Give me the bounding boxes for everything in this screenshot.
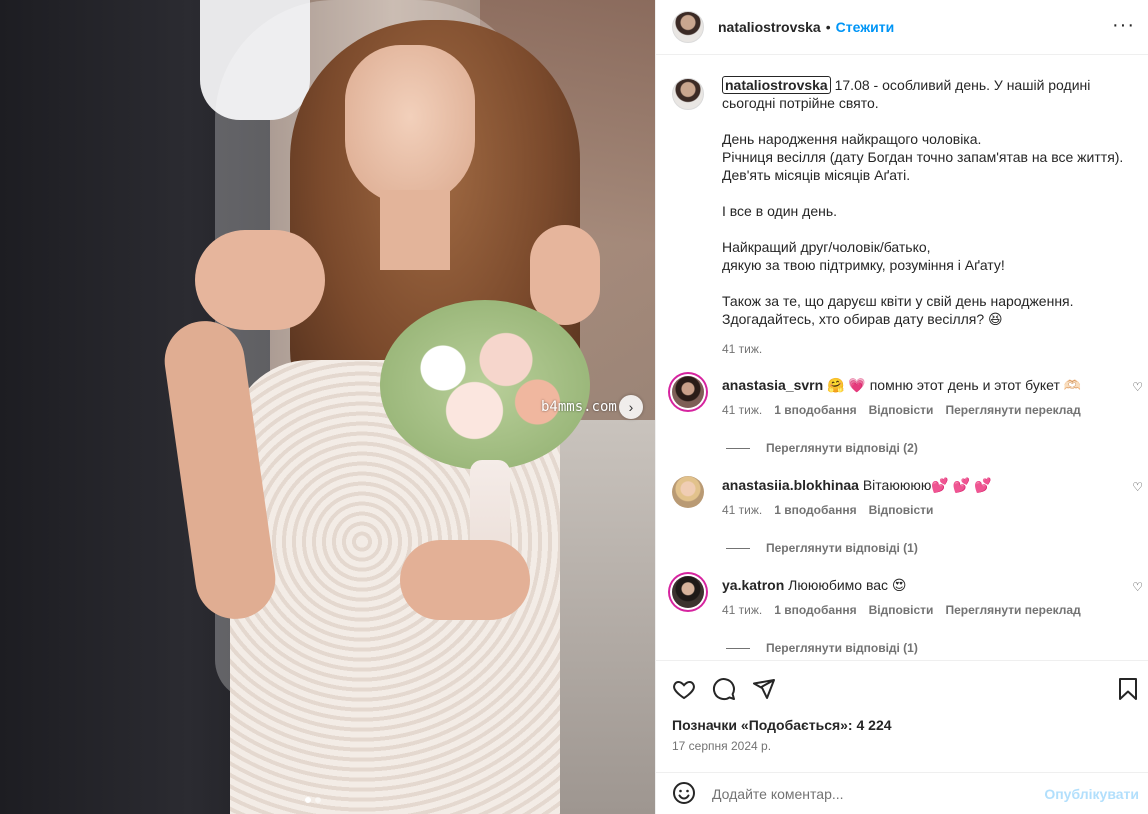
avatar[interactable] xyxy=(672,576,704,608)
comment-likes[interactable]: 1 вподобання xyxy=(774,503,856,517)
post-caption: nataliostrovska 17.08 - особливий день. … xyxy=(672,76,1142,358)
emoji-button[interactable] xyxy=(672,781,696,808)
comment-time[interactable]: 41 тиж. xyxy=(722,603,762,617)
caption-paragraph: Також за те, що даруєш квіти у свій день… xyxy=(722,293,1074,327)
view-replies-label[interactable]: Переглянути відповіді (1) xyxy=(766,641,918,655)
bookmark-icon xyxy=(1119,678,1137,700)
comment-translate-button[interactable]: Переглянути переклад xyxy=(945,603,1080,617)
header-separator: • xyxy=(825,19,831,35)
comment-username[interactable]: anastasiia.blokhinaa xyxy=(722,477,859,493)
comment-item: anastasia_svrn 🤗 💗 помню этот день и это… xyxy=(672,376,1143,417)
caption-paragraph: І все в один день. xyxy=(722,203,838,219)
comment-likes[interactable]: 1 вподобання xyxy=(774,603,856,617)
carousel-dot xyxy=(315,797,321,803)
comment-reply-button[interactable]: Відповісти xyxy=(869,403,934,417)
view-replies-button[interactable]: Переглянути відповіді (1) xyxy=(726,641,918,655)
like-button[interactable] xyxy=(672,677,696,704)
comment-item: anastasiia.blokhinaa Вітаюююю💕 💕 💕 41 ти… xyxy=(672,476,1143,517)
post-actions: Позначки «Подобається»: 4 224 17 серпня … xyxy=(656,660,1148,814)
view-replies-label[interactable]: Переглянути відповіді (2) xyxy=(766,441,918,455)
photo-groom-hand-right xyxy=(530,225,600,325)
chevron-right-icon: › xyxy=(628,399,634,415)
save-button[interactable] xyxy=(1117,677,1139,704)
comment-like-button[interactable]: ♡ xyxy=(1132,580,1143,594)
comment-username[interactable]: anastasia_svrn xyxy=(722,377,823,393)
caption-timestamp[interactable]: 41 тиж. xyxy=(722,340,1142,358)
heart-outline-icon: ♡ xyxy=(1132,480,1143,494)
avatar[interactable] xyxy=(672,11,704,43)
comment-text: Люююбимо вас 😍 xyxy=(788,577,907,593)
replies-divider xyxy=(726,647,750,649)
post-date[interactable]: 17 серпня 2024 р. xyxy=(672,739,771,753)
comments-scroll[interactable]: nataliostrovska 17.08 - особливий день. … xyxy=(656,56,1148,660)
comment-time[interactable]: 41 тиж. xyxy=(722,403,762,417)
photo-bouquet xyxy=(380,300,590,470)
caption-username[interactable]: nataliostrovska xyxy=(722,76,831,94)
comment-translate-button[interactable]: Переглянути переклад xyxy=(945,403,1080,417)
photo-bride-face xyxy=(345,45,475,205)
header-username[interactable]: nataliostrovska xyxy=(718,19,821,35)
heart-icon xyxy=(673,680,695,700)
post-comment-button[interactable]: Опублікувати xyxy=(1044,786,1139,802)
carousel-dot-active xyxy=(305,797,311,803)
replies-divider xyxy=(726,547,750,549)
avatar[interactable] xyxy=(672,376,704,408)
comment-likes[interactable]: 1 вподобання xyxy=(774,403,856,417)
comment-time[interactable]: 41 тиж. xyxy=(722,503,762,517)
post-photo: b4mms.com › xyxy=(0,0,655,814)
more-horizontal-icon: ··· xyxy=(1112,14,1135,36)
follow-button[interactable]: Стежити xyxy=(836,19,895,35)
carousel-next-button[interactable]: › xyxy=(619,395,643,419)
comment-item: ya.katron Люююбимо вас 😍 41 тиж. 1 вподо… xyxy=(672,576,1143,617)
comment-like-button[interactable]: ♡ xyxy=(1132,480,1143,494)
post-sidebar: nataliostrovska • Стежити ··· nataliostr… xyxy=(655,0,1148,814)
view-replies-button[interactable]: Переглянути відповіді (2) xyxy=(726,441,918,455)
photo-bride-hand xyxy=(400,540,530,620)
comment-icon xyxy=(713,678,735,701)
caption-paragraph: День народження найкращого чоловіка. Річ… xyxy=(722,131,1124,183)
comment-text: Вітаюююю💕 💕 💕 xyxy=(862,477,992,493)
view-replies-button[interactable]: Переглянути відповіді (1) xyxy=(726,541,918,555)
add-comment-bar: Опублікувати xyxy=(656,772,1148,814)
comment-reply-button[interactable]: Відповісти xyxy=(869,603,934,617)
comment-button[interactable] xyxy=(712,677,736,704)
send-icon xyxy=(753,679,775,699)
photo-groom-hand xyxy=(195,230,325,330)
smiley-icon xyxy=(673,781,695,804)
comment-text: 🤗 💗 помню этот день и этот букет 🫶🏻 xyxy=(827,377,1082,393)
more-options-button[interactable]: ··· xyxy=(1112,15,1135,35)
comment-input[interactable] xyxy=(712,786,1032,802)
heart-outline-icon: ♡ xyxy=(1132,580,1143,594)
comment-reply-button[interactable]: Відповісти xyxy=(869,503,934,517)
avatar[interactable] xyxy=(672,476,704,508)
heart-outline-icon: ♡ xyxy=(1132,380,1143,394)
replies-divider xyxy=(726,447,750,449)
comment-username[interactable]: ya.katron xyxy=(722,577,784,593)
caption-paragraph: Найкращий друг/чоловік/батько, дякую за … xyxy=(722,239,1005,273)
view-replies-label[interactable]: Переглянути відповіді (1) xyxy=(766,541,918,555)
caption-text: nataliostrovska 17.08 - особливий день. … xyxy=(722,76,1142,328)
caption-avatar[interactable] xyxy=(672,78,704,110)
likes-count[interactable]: Позначки «Подобається»: 4 224 xyxy=(672,717,892,733)
comment-like-button[interactable]: ♡ xyxy=(1132,380,1143,394)
share-button[interactable] xyxy=(752,677,776,704)
carousel-dots xyxy=(305,797,321,803)
photo-bride-neck xyxy=(380,190,450,270)
post-header: nataliostrovska • Стежити ··· xyxy=(656,0,1148,55)
watermark-text: b4mms.com xyxy=(541,399,617,415)
